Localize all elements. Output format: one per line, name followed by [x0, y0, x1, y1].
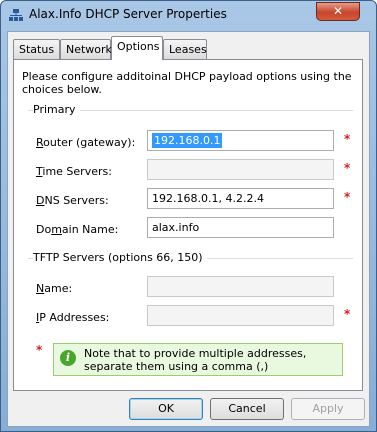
dns-servers-input[interactable]: 192.168.0.1, 4.2.2.4 [147, 188, 334, 209]
close-button[interactable]: ✕ [316, 2, 360, 21]
info-icon: i [60, 350, 76, 366]
note-text: Note that to provide multiple addresses,… [84, 347, 307, 373]
tftp-section-title: TFTP Servers (options 66, 150) [33, 251, 207, 264]
title-bar[interactable]: Alax.Info DHCP Server Properties ✕ [1, 1, 376, 31]
note-required-marker: * [36, 343, 43, 357]
dialog-client: Status Network Options Leases Please con… [7, 31, 370, 427]
primary-section-title: Primary [33, 103, 80, 116]
dns-servers-required-marker: * [344, 190, 351, 204]
network-app-icon [9, 9, 23, 21]
tftp-name-input[interactable] [147, 276, 334, 297]
router-value: 192.168.0.1 [152, 133, 223, 148]
tab-leases[interactable]: Leases [163, 39, 207, 59]
time-servers-required-marker: * [344, 161, 351, 175]
cancel-button[interactable]: Cancel [210, 398, 284, 420]
tab-label: Network [66, 43, 112, 56]
tab-label: Leases [169, 43, 207, 56]
close-icon: ✕ [332, 4, 344, 18]
time-servers-label: Time Servers: [36, 165, 112, 178]
router-input[interactable]: 192.168.0.1 [147, 130, 334, 151]
domain-name-label: Domain Name: [36, 223, 119, 236]
ip-addresses-label: IP Addresses: [36, 311, 110, 324]
window-title: Alax.Info DHCP Server Properties [29, 7, 227, 21]
dns-servers-label: DNS Servers: [36, 194, 109, 207]
router-required-marker: * [344, 132, 351, 146]
ip-addresses-input[interactable] [147, 305, 334, 326]
ip-addresses-required-marker: * [344, 307, 351, 321]
apply-button[interactable]: Apply [291, 398, 365, 420]
tab-status[interactable]: Status [13, 39, 60, 59]
info-note: i Note that to provide multiple addresse… [53, 343, 343, 376]
ok-button[interactable]: OK [129, 398, 203, 420]
dialog-window: Alax.Info DHCP Server Properties ✕ Statu… [0, 0, 377, 432]
tab-label: Options [117, 40, 160, 53]
tab-options[interactable]: Options [111, 36, 163, 60]
intro-text: Please configure additoinal DHCP payload… [22, 70, 352, 96]
tftp-name-label: Name: [36, 282, 73, 295]
tab-label: Status [19, 43, 55, 56]
domain-name-input[interactable]: alax.info [147, 217, 334, 238]
time-servers-input[interactable] [147, 159, 334, 180]
tab-network[interactable]: Network [60, 39, 112, 59]
router-label: Router (gateway): [36, 136, 136, 149]
